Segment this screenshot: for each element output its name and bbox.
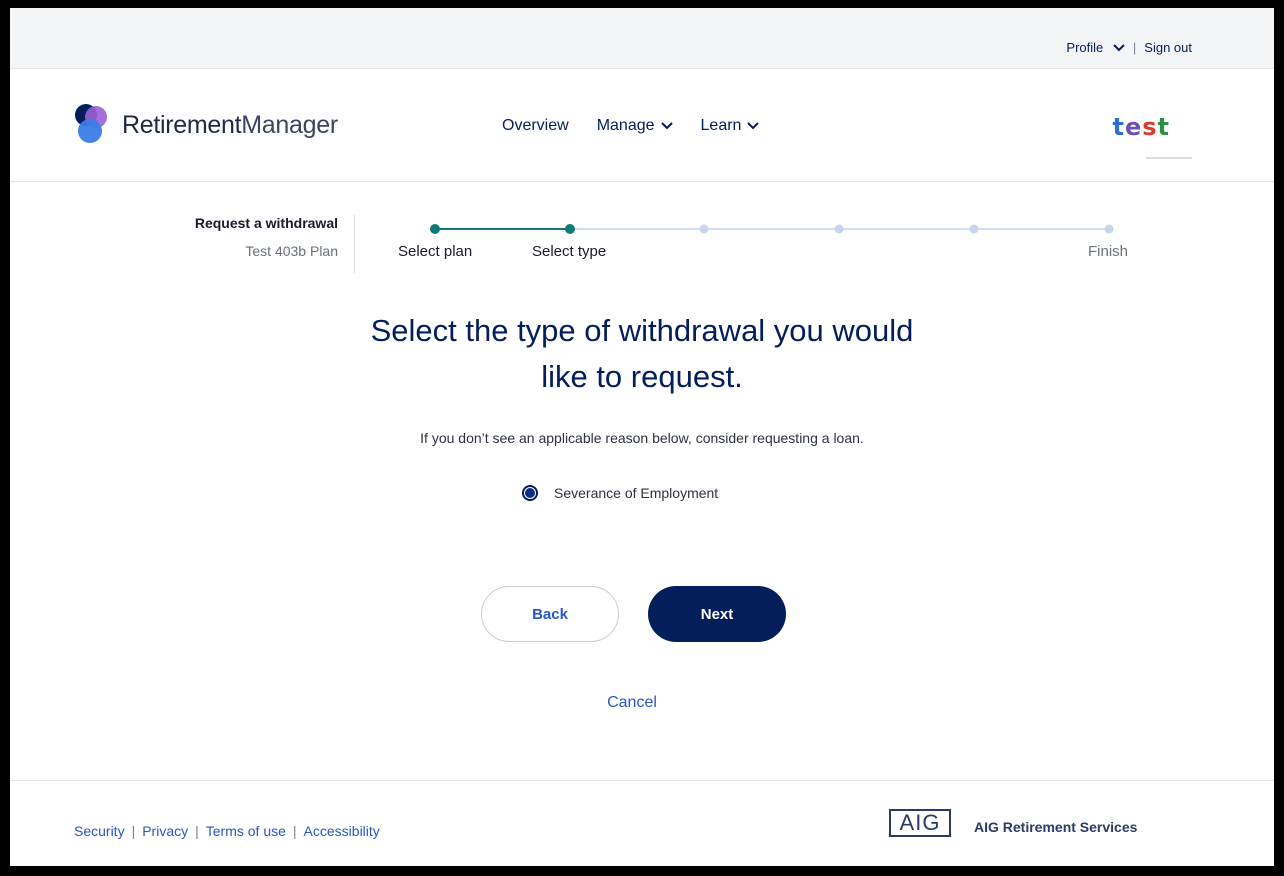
footer: Security | Privacy | Terms of use | Acce…: [10, 780, 1274, 866]
page: Profile | Sign out RetirementManager Ove…: [10, 8, 1274, 866]
footer-links: Security | Privacy | Terms of use | Acce…: [74, 823, 380, 839]
footer-link-terms[interactable]: Terms of use: [206, 823, 286, 839]
step-dot: [969, 224, 979, 234]
withdrawal-type-option[interactable]: Severance of Employment: [522, 485, 718, 501]
footer-link-privacy[interactable]: Privacy: [142, 823, 188, 839]
progress-stepper: [430, 224, 1114, 234]
aig-brand-text: AIG Retirement Services: [974, 819, 1138, 835]
step-dot: [565, 224, 575, 234]
separator: |: [131, 823, 136, 839]
step-label-select-type: Select type: [532, 243, 607, 260]
cancel-link[interactable]: Cancel: [570, 694, 694, 712]
step-dot: [834, 224, 844, 234]
step-dot: [430, 224, 440, 234]
option-label: Severance of Employment: [554, 485, 719, 501]
page-title-line2: like to request.: [541, 359, 743, 394]
hint-text: If you don’t see an applicable reason be…: [420, 430, 864, 446]
radio-button[interactable]: [522, 485, 538, 501]
separator: |: [292, 823, 297, 839]
radio-selected-dot: [525, 488, 535, 498]
page-title-line1: Select the type of withdrawal you would: [370, 313, 914, 348]
footer-link-accessibility[interactable]: Accessibility: [304, 823, 380, 839]
separator: |: [195, 823, 199, 839]
page-title: Select the type of withdrawal you would …: [310, 308, 974, 400]
aig-logo: AIG: [889, 809, 951, 837]
step-dot: [1104, 224, 1114, 234]
step-label-finish: Finish: [1088, 243, 1129, 260]
back-button[interactable]: Back: [481, 586, 619, 642]
step-label-select-plan: Select plan: [398, 243, 473, 260]
next-button[interactable]: Next: [648, 586, 786, 642]
step-dot: [699, 224, 709, 234]
footer-link-security[interactable]: Security: [74, 823, 125, 839]
